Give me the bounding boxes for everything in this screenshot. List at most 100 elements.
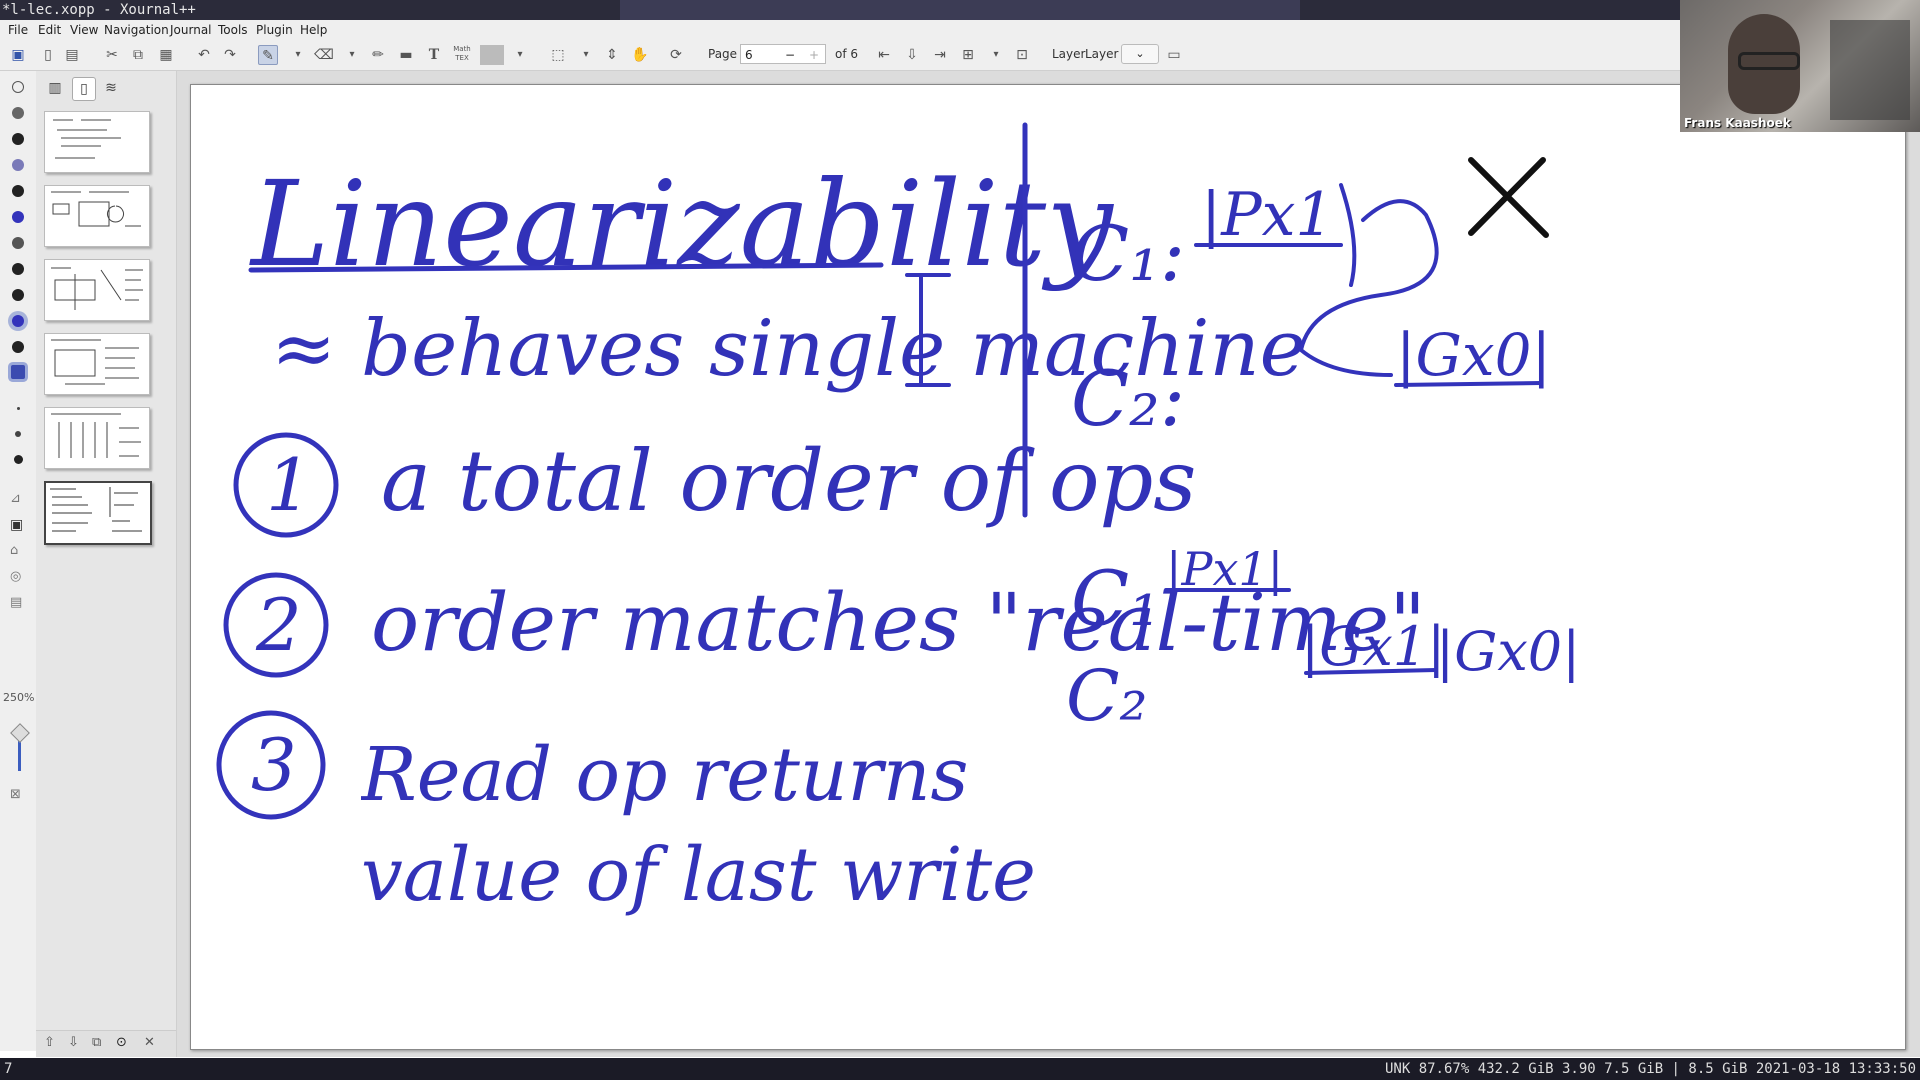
history1-c1-label: C₁:: [1071, 209, 1185, 298]
copy-icon[interactable]: ⧉: [128, 45, 148, 65]
page-decrement-icon[interactable]: −: [785, 45, 795, 65]
color-black-icon[interactable]: [12, 133, 24, 145]
fullscreen-icon[interactable]: ▭: [1164, 45, 1184, 65]
hand-tool-icon[interactable]: ✋: [630, 45, 650, 65]
menu-edit[interactable]: Edit: [38, 20, 61, 40]
workspace-indicator[interactable]: 7: [4, 1058, 12, 1080]
move-page-down-icon[interactable]: ⇩: [68, 1035, 79, 1050]
thumbnail-sketch: [51, 413, 141, 458]
journal-page[interactable]: Linearizability ≈ behaves single machine…: [190, 84, 1906, 1050]
menu-journal[interactable]: Journal: [170, 20, 212, 40]
point-1-text: a total order of ops: [381, 432, 1196, 530]
paste-icon[interactable]: ▦: [156, 45, 176, 65]
history2-c2-label: C₂: [1066, 655, 1148, 737]
color-white-icon[interactable]: [12, 81, 24, 93]
page-number-input[interactable]: 6 − +: [740, 44, 826, 64]
image-icon[interactable]: ▬: [396, 45, 416, 65]
cross-mark-icon: [1468, 157, 1549, 238]
sidebar-tab-layers-icon[interactable]: ≋: [100, 77, 122, 99]
thumbnail-sketch: [51, 267, 143, 310]
insert-page-icon[interactable]: ⊞: [958, 45, 978, 65]
history1-c1-op: |Px1: [1201, 180, 1334, 250]
color-black3-icon[interactable]: [12, 289, 24, 301]
menu-navigation[interactable]: Navigation: [104, 20, 169, 40]
color-black4-icon[interactable]: [12, 341, 24, 353]
select-rect-icon[interactable]: ⬚: [548, 45, 568, 65]
pen-tool-icon[interactable]: ✎: [258, 45, 278, 65]
lock-icon[interactable]: ⊡: [1012, 45, 1032, 65]
zoom-fit-icon[interactable]: ⊠: [10, 787, 21, 802]
layer-dropdown[interactable]: ⌄: [1121, 44, 1159, 64]
color-violet-icon[interactable]: [12, 159, 24, 171]
delete-page-icon[interactable]: ✕: [144, 1035, 155, 1050]
prev-page-icon[interactable]: ⇩: [902, 45, 922, 65]
sidebar-tab-pages-icon[interactable]: ▯: [72, 77, 96, 101]
menu-plugin[interactable]: Plugin: [256, 20, 293, 40]
color-dropdown-icon[interactable]: ▾: [510, 45, 530, 65]
toolbar: ▣ ▯ ▤ ✂ ⧉ ▦ ↶ ↷ ✎ ▾ ⌫ ▾ ✏ ▬ T Math TEX ▾…: [0, 40, 1920, 71]
point-2-number: 2: [255, 583, 302, 667]
page-settings-icon[interactable]: ⊙: [116, 1035, 127, 1050]
page-thumbnail-1[interactable]: [44, 111, 150, 173]
color-gray2-icon[interactable]: [12, 237, 24, 249]
sidebar-page-actions: ⇧ ⇩ ⧉ ⊙ ✕: [36, 1030, 176, 1057]
shape-icon[interactable]: ⌂: [10, 543, 18, 558]
open-icon[interactable]: ▤: [62, 45, 82, 65]
page-label: Page: [708, 47, 738, 61]
webcam-participant-name: Frans Kaashoek: [1684, 116, 1791, 130]
size-medium-icon[interactable]: [14, 455, 23, 464]
first-page-icon[interactable]: ⇤: [874, 45, 894, 65]
copy-page-icon[interactable]: ⧉: [92, 1035, 101, 1050]
page-thumbnail-6[interactable]: [44, 481, 152, 545]
menu-view[interactable]: View: [70, 20, 98, 40]
fill-toggle-icon[interactable]: [11, 365, 25, 379]
redo-icon[interactable]: ↷: [220, 45, 240, 65]
text-tool-icon[interactable]: T: [424, 45, 444, 65]
grid-icon[interactable]: ▤: [10, 595, 22, 610]
undo-icon[interactable]: ↶: [194, 45, 214, 65]
color-selected-icon[interactable]: [12, 315, 24, 327]
math-tex-icon[interactable]: Math TEX: [452, 45, 472, 65]
page-thumbnail-2[interactable]: [44, 185, 150, 247]
layer-label: Layer: [1052, 47, 1086, 61]
eraser-dropdown-icon[interactable]: ▾: [342, 45, 362, 65]
size-small-icon[interactable]: [15, 431, 21, 437]
page-increment-icon[interactable]: +: [809, 45, 819, 65]
tool-column: ⊿ ▣ ⌂ ◎ ▤ 250% ⊠: [0, 71, 36, 1051]
color-blue-icon[interactable]: [12, 211, 24, 223]
page-of-label: of 6: [835, 47, 859, 61]
presentation-icon[interactable]: ▣: [10, 517, 23, 533]
color-black2-icon[interactable]: [12, 263, 24, 275]
eraser-icon[interactable]: ⌫: [314, 45, 334, 65]
insert-dropdown-icon[interactable]: ▾: [986, 45, 1006, 65]
pen-dropdown-icon[interactable]: ▾: [288, 45, 308, 65]
history1-c2-line: [1394, 381, 1543, 387]
menu-file[interactable]: File: [8, 20, 28, 40]
color-gray-icon[interactable]: [12, 107, 24, 119]
ruler-icon[interactable]: ⊿: [10, 491, 21, 506]
ink-layer: Linearizability ≈ behaves single machine…: [216, 122, 1580, 918]
color-swatch[interactable]: [480, 45, 504, 65]
history2-c1-op: |Px1|: [1166, 542, 1283, 596]
menu-help[interactable]: Help: [300, 20, 327, 40]
refresh-icon[interactable]: ⟳: [666, 45, 686, 65]
history2-c1-label: C₁: [1071, 554, 1160, 643]
next-page-icon[interactable]: ⇥: [930, 45, 950, 65]
new-page-icon[interactable]: ▯: [38, 45, 58, 65]
point-3-text: Read op returns value of last write: [361, 732, 1036, 918]
highlighter-icon[interactable]: ✏: [368, 45, 388, 65]
vertical-space-icon[interactable]: ⇕: [602, 45, 622, 65]
menu-tools[interactable]: Tools: [218, 20, 248, 40]
page-thumbnail-4[interactable]: [44, 333, 150, 395]
color-dark-icon[interactable]: [12, 185, 24, 197]
save-icon[interactable]: ▣: [8, 45, 28, 65]
page-thumbnail-3[interactable]: [44, 259, 150, 321]
audio-icon[interactable]: ◎: [10, 569, 21, 584]
size-tiny-icon[interactable]: [17, 407, 20, 410]
page-thumbnail-5[interactable]: [44, 407, 150, 469]
cut-icon[interactable]: ✂: [102, 45, 122, 65]
move-page-up-icon[interactable]: ⇧: [44, 1035, 55, 1050]
zoom-slider-handle[interactable]: [10, 723, 30, 743]
sidebar-tab-outline-icon[interactable]: ▥: [44, 77, 66, 99]
select-dropdown-icon[interactable]: ▾: [576, 45, 596, 65]
